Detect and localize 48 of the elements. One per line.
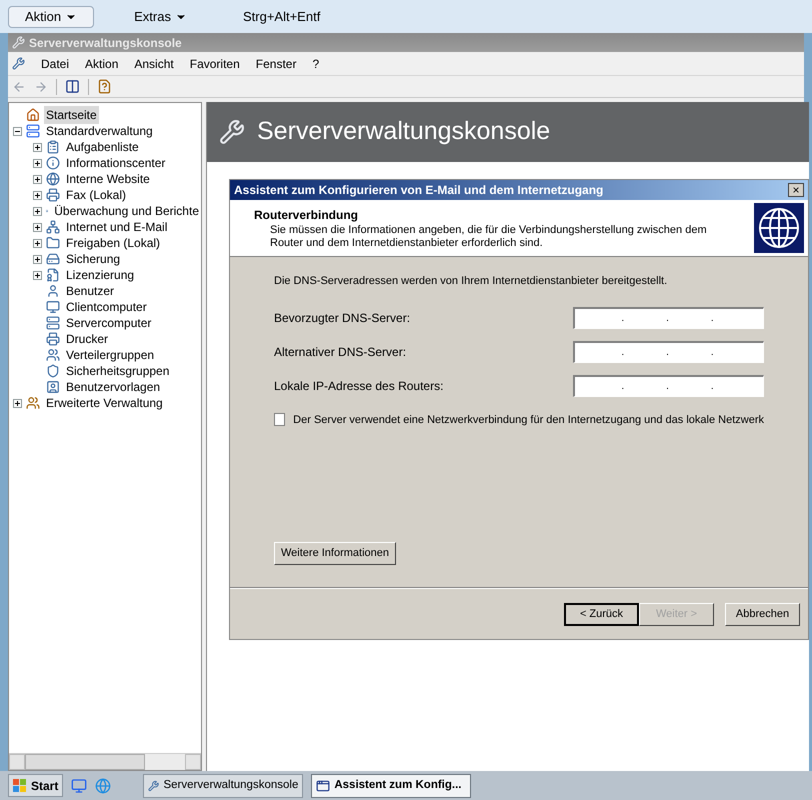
window-title: Serververwaltungskonsole bbox=[29, 34, 182, 52]
tree-item[interactable]: Fax (Lokal) bbox=[64, 186, 128, 204]
tree-item[interactable]: Erweiterte Verwaltung bbox=[44, 394, 165, 412]
field-label: Bevorzugter DNS-Server: bbox=[274, 310, 412, 326]
tree-item[interactable]: Benutzer bbox=[64, 282, 116, 300]
tree-item[interactable]: Benutzervorlagen bbox=[64, 378, 162, 396]
field-label: Alternativer DNS-Server: bbox=[274, 344, 408, 360]
tree-item[interactable]: Standardverwaltung bbox=[44, 122, 155, 140]
intro-text: Die DNS-Serveradressen werden von Ihrem Internetdienstanbieter bereitgestellt. bbox=[274, 274, 668, 289]
wizard-button[interactable]: Abbrechen bbox=[725, 602, 800, 626]
menu-item[interactable]: Ansicht bbox=[134, 54, 174, 72]
tree-item[interactable]: Aufgabenliste bbox=[64, 138, 141, 156]
start-button[interactable]: Start bbox=[8, 774, 64, 797]
tree-item[interactable]: Informationscenter bbox=[64, 154, 168, 172]
ip-address-field[interactable]: . . . bbox=[573, 374, 764, 396]
tree-item[interactable]: Sicherung bbox=[64, 250, 122, 268]
wizard-heading: Routerverbindung bbox=[254, 207, 359, 224]
menu-item[interactable]: ? bbox=[312, 54, 320, 72]
tree-item[interactable]: Lizenzierung bbox=[64, 266, 136, 284]
tree-item[interactable]: Internet und E-Mail bbox=[64, 218, 170, 236]
menu-item[interactable]: Favoriten bbox=[190, 54, 240, 72]
tree-item[interactable]: Servercomputer bbox=[64, 314, 154, 332]
tree-item[interactable]: Überwachung und Berichte bbox=[52, 202, 201, 220]
ip-address-field[interactable]: . . . bbox=[573, 340, 764, 362]
menu-item[interactable]: Fenster bbox=[256, 54, 296, 72]
menu-item[interactable]: Aktion bbox=[85, 54, 118, 72]
tree-item[interactable]: Drucker bbox=[64, 330, 110, 348]
tree-item[interactable]: Sicherheitsgruppen bbox=[64, 362, 172, 380]
menu-item[interactable]: Datei bbox=[41, 54, 70, 72]
content-title: Serververwaltungskonsole bbox=[257, 116, 550, 148]
remote-menu-button[interactable]: Extras bbox=[118, 6, 203, 28]
remote-menu-button[interactable]: Strg+Alt+Entf bbox=[226, 6, 336, 28]
checkbox-label: Der Server verwendet eine Netzwerkverbindung für den Internetzugang und das lokale Netzwerk bbox=[293, 412, 764, 428]
tree-item[interactable]: Interne Website bbox=[64, 170, 152, 188]
tree-item[interactable]: Startseite bbox=[44, 106, 99, 124]
tree-item[interactable]: Freigaben (Lokal) bbox=[64, 234, 162, 252]
field-label: Lokale IP-Adresse des Routers: bbox=[274, 378, 444, 394]
taskbar-button[interactable]: Assistent zum Konfig... bbox=[311, 774, 472, 798]
remote-menu-button[interactable]: Aktion bbox=[8, 6, 94, 28]
tree-item[interactable]: Clientcomputer bbox=[64, 298, 149, 316]
taskbar-button[interactable]: Serververwaltungskonsole bbox=[143, 774, 304, 798]
close-button[interactable]: × bbox=[788, 183, 804, 197]
wizard-button[interactable]: < Zurück bbox=[564, 602, 639, 626]
tree-item[interactable]: Verteilergruppen bbox=[64, 346, 156, 364]
ip-address-field[interactable]: . . . bbox=[573, 306, 764, 328]
wizard-subheading: Sie müssen die Informationen angeben, die für die Verbindungsherstellung zwischen dem Router und dem Internetdienstanbieter erforderlich sind. bbox=[269, 224, 708, 250]
dialog-title: Assistent zum Konfigurieren von E-Mail und dem Internetzugang bbox=[234, 182, 604, 199]
more-info-button[interactable]: Weitere Informationen bbox=[274, 542, 396, 565]
